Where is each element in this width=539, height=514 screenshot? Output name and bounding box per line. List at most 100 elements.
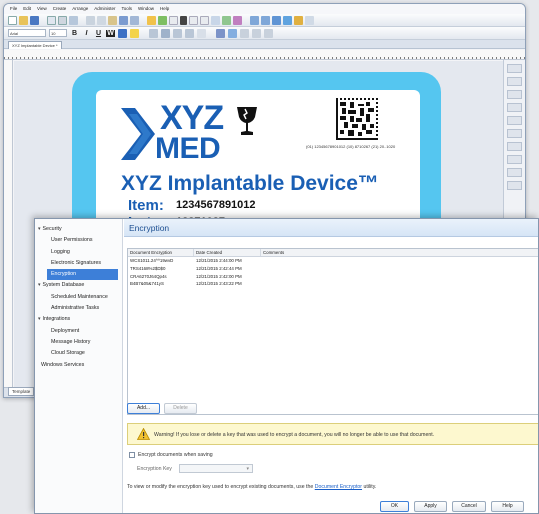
- paragraph-icon[interactable]: [197, 28, 206, 38]
- copy-icon[interactable]: [97, 15, 106, 25]
- nav-item-cloud-storage[interactable]: Cloud Storage: [35, 348, 122, 359]
- menu-tools[interactable]: Tools: [122, 6, 133, 12]
- nav-item-administrative-tasks[interactable]: Administrative Tasks: [35, 303, 122, 314]
- nav-item-windows-services[interactable]: Windows Services: [35, 360, 122, 371]
- document-tab[interactable]: XYZ Implantable Device *: [8, 41, 62, 49]
- underline-button[interactable]: U: [94, 30, 103, 37]
- panel-button[interactable]: [507, 103, 522, 112]
- warning-icon: [137, 428, 150, 440]
- apply-button[interactable]: Apply: [414, 501, 447, 512]
- align-center-icon[interactable]: [161, 28, 170, 38]
- panel-button[interactable]: [507, 181, 522, 190]
- nav-item-scheduled-maintenance[interactable]: Scheduled Maintenance: [35, 292, 122, 303]
- add-key-button[interactable]: Add...: [127, 403, 160, 414]
- print-preview-icon[interactable]: [47, 15, 56, 25]
- shape-tool-icon[interactable]: [211, 15, 220, 25]
- align-left-icon[interactable]: [149, 28, 158, 38]
- ok-button[interactable]: OK: [380, 501, 409, 512]
- paste-icon[interactable]: [108, 15, 117, 25]
- encrypt-checkbox[interactable]: [129, 452, 135, 458]
- inverse-button[interactable]: W: [106, 29, 115, 37]
- grid-icon[interactable]: [305, 15, 314, 25]
- justify-icon[interactable]: [185, 28, 194, 38]
- redo-icon[interactable]: [130, 15, 139, 25]
- panel-button[interactable]: [507, 90, 522, 99]
- panel-button[interactable]: [507, 142, 522, 151]
- menu-edit[interactable]: Edit: [23, 6, 31, 12]
- nav-item-logging[interactable]: Logging: [35, 247, 122, 258]
- nav-group-integrations[interactable]: Integrations: [35, 314, 122, 325]
- undo-icon[interactable]: [119, 15, 128, 25]
- nav-item-message-history[interactable]: Message History: [35, 337, 122, 348]
- line-color-icon[interactable]: [216, 28, 225, 38]
- table-row[interactable]: WCS1011.24^^19wvD 12/21/2015 2:44:00 PM: [128, 257, 538, 265]
- line-width-icon[interactable]: [252, 28, 261, 38]
- barcode-tool-icon[interactable]: [180, 15, 187, 25]
- menu-help[interactable]: Help: [160, 6, 169, 12]
- encrypt-option[interactable]: Encrypt documents when saving: [129, 452, 213, 458]
- zoom-page-icon[interactable]: [283, 15, 292, 25]
- line-style-icon[interactable]: [240, 28, 249, 38]
- template-tab[interactable]: Template: [8, 387, 35, 396]
- panel-button[interactable]: [507, 116, 522, 125]
- nav-item-electronic-signatures[interactable]: Electronic Signatures: [35, 258, 122, 269]
- encryption-key-select[interactable]: ▾: [179, 464, 253, 473]
- encryption-panel: Encryption Document Encryption Date Crea…: [124, 219, 538, 513]
- font-color-icon[interactable]: [118, 28, 127, 38]
- new-icon[interactable]: [8, 15, 17, 25]
- menu-administer[interactable]: Administer: [94, 6, 115, 12]
- menu-window[interactable]: Window: [138, 6, 154, 12]
- screen: File Edit View Create Arrange Administer…: [0, 0, 539, 514]
- column-header[interactable]: Date Created: [194, 249, 261, 256]
- rfid-tool-icon[interactable]: [233, 15, 242, 25]
- menu-create[interactable]: Create: [53, 6, 67, 12]
- text-tool-icon[interactable]: [189, 15, 198, 25]
- menu-arrange[interactable]: Arrange: [72, 6, 88, 12]
- encryption-key-list[interactable]: Document Encryption Date Created Comment…: [127, 248, 538, 415]
- italic-button[interactable]: I: [82, 30, 91, 37]
- font-size-select[interactable]: 10: [49, 29, 67, 37]
- align-right-icon[interactable]: [173, 28, 182, 38]
- select-tool-icon[interactable]: [147, 15, 156, 25]
- nav-item-user-permissions[interactable]: User Permissions: [35, 235, 122, 246]
- panel-button[interactable]: [507, 168, 522, 177]
- table-row[interactable]: B4B7&05&741yS 12/21/2015 2:43:22 PM: [128, 280, 538, 288]
- document-encryptor-link[interactable]: Document Encryptor: [315, 484, 362, 490]
- zoom-in-icon[interactable]: [250, 15, 259, 25]
- save-icon[interactable]: [30, 15, 39, 25]
- panel-button[interactable]: [507, 129, 522, 138]
- bold-button[interactable]: B: [70, 30, 79, 37]
- column-header[interactable]: Comments: [261, 249, 538, 256]
- open-icon[interactable]: [19, 15, 28, 25]
- panel-button[interactable]: [507, 155, 522, 164]
- panel-button[interactable]: [507, 64, 522, 73]
- delete-key-button[interactable]: Delete: [164, 403, 197, 414]
- help-button[interactable]: Help: [491, 501, 524, 512]
- check-icon[interactable]: [158, 15, 167, 25]
- arrange-icon[interactable]: [264, 28, 273, 38]
- highlight-icon[interactable]: [130, 28, 139, 38]
- cut-icon[interactable]: [86, 15, 95, 25]
- table-row[interactable]: CRA6270J64Qp4s 12/21/2015 2:42:00 PM: [128, 273, 538, 281]
- zoom-fit-icon[interactable]: [272, 15, 281, 25]
- nav-item-encryption[interactable]: Encryption: [47, 269, 118, 281]
- fill-color-icon[interactable]: [228, 28, 237, 38]
- nav-group-security[interactable]: Security: [35, 224, 122, 235]
- nav-group-system-database[interactable]: System Database: [35, 280, 122, 291]
- column-header[interactable]: Document Encryption: [128, 249, 194, 256]
- line-tool-icon[interactable]: [200, 15, 209, 25]
- panel-button[interactable]: [507, 77, 522, 86]
- zoom-out-icon[interactable]: [261, 15, 270, 25]
- table-row[interactable]: TRS4168%2$D$0 12/21/2015 2:42:44 PM: [128, 265, 538, 273]
- print-icon[interactable]: [58, 15, 67, 25]
- menu-view[interactable]: View: [37, 6, 47, 12]
- page-setup-icon[interactable]: [69, 15, 78, 25]
- picture-tool-icon[interactable]: [222, 15, 231, 25]
- data-source-icon[interactable]: [294, 15, 303, 25]
- cancel-button[interactable]: Cancel: [452, 501, 486, 512]
- font-name-select[interactable]: Arial: [8, 29, 46, 37]
- nav-item-deployment[interactable]: Deployment: [35, 326, 122, 337]
- logo-text-med: MED: [155, 132, 221, 165]
- text-cursor-icon[interactable]: [169, 15, 178, 25]
- menu-file[interactable]: File: [10, 6, 17, 12]
